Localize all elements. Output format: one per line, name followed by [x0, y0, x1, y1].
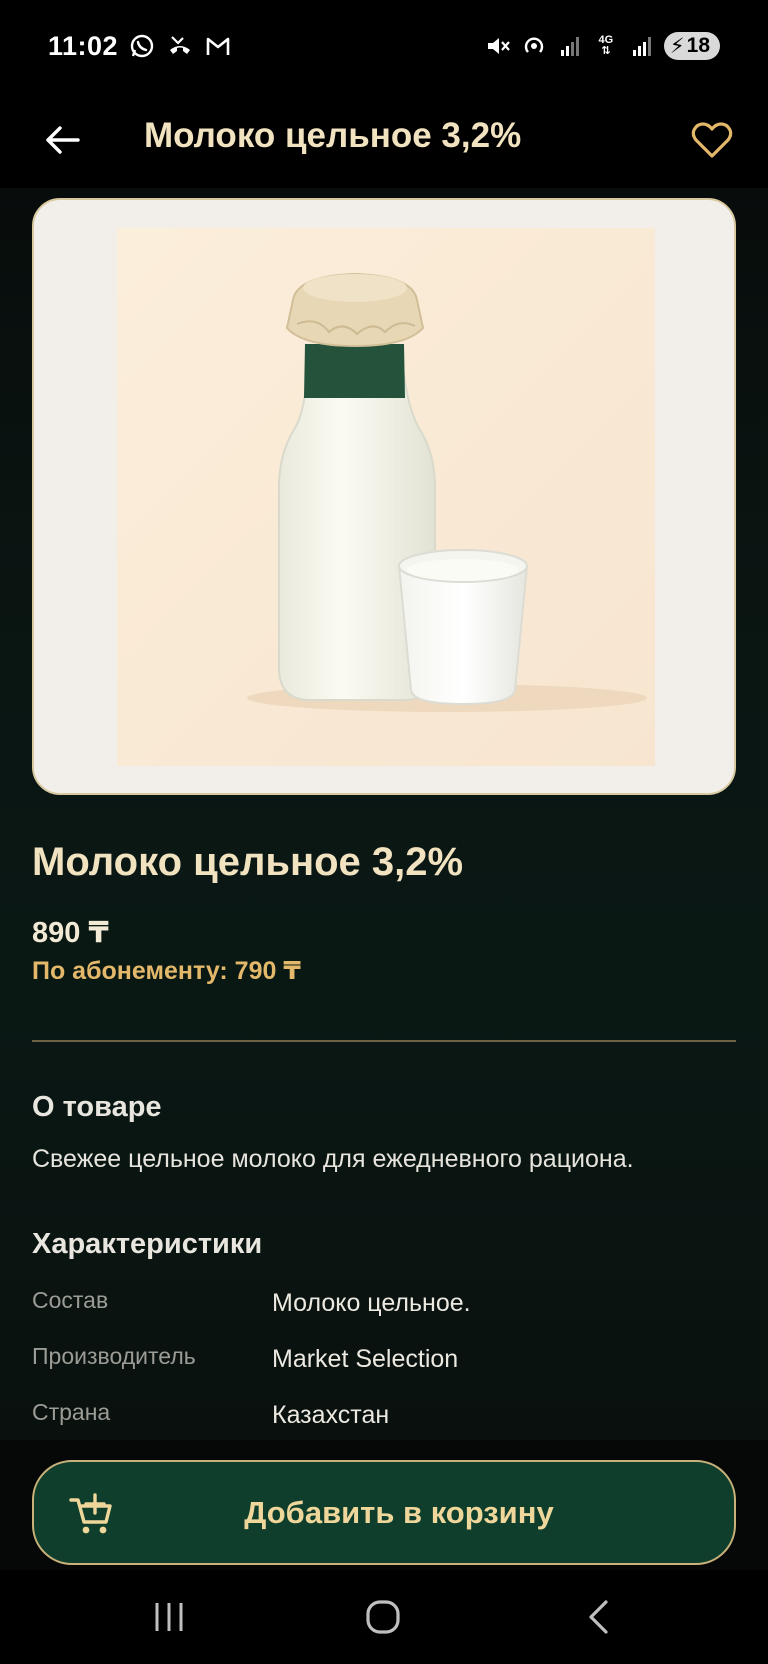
spec-label: Производитель [32, 1343, 196, 1369]
spec-value: Молоко цельное. [272, 1289, 471, 1317]
back-button[interactable] [34, 112, 90, 168]
favorite-button[interactable] [682, 110, 742, 170]
back-icon [589, 1600, 608, 1634]
status-right: 4G ⇅ ⚡ 18 [484, 32, 720, 60]
home-icon [366, 1600, 400, 1634]
4g-icon: 4G ⇅ [592, 32, 620, 60]
battery-indicator: ⚡ 18 [663, 32, 720, 60]
product-title: Молоко цельное 3,2% [32, 840, 464, 884]
clock: 11:02 [48, 30, 119, 61]
spec-value: Market Selection [272, 1345, 459, 1373]
heart-outline-icon [691, 122, 733, 158]
about-text: Свежее цельное молоко для ежедневного ра… [32, 1145, 634, 1173]
recents-button[interactable] [139, 1592, 199, 1642]
battery-charging-icon: ⚡ [669, 34, 685, 58]
status-bar: 11:02 4G ⇅ ⚡ 18 [0, 0, 768, 92]
spec-row: Производитель Market Selection [32, 1343, 736, 1383]
add-to-cart-label: Добавить в корзину [244, 1494, 554, 1530]
page-title: Молоко цельное 3,2% [144, 116, 522, 155]
mute-icon [484, 32, 512, 60]
gmail-icon [204, 32, 232, 60]
app-bar: Молоко цельное 3,2% [0, 92, 768, 188]
add-to-cart-button[interactable]: Добавить в корзину [32, 1460, 736, 1565]
battery-level: 18 [686, 34, 710, 57]
subscription-price: По абонементу: 790 ₸ [32, 957, 301, 985]
add-to-cart-icon [69, 1493, 112, 1534]
data-arrows: ⇅ [601, 45, 611, 57]
system-nav-bar [0, 1570, 768, 1664]
signal-icon [628, 32, 656, 60]
recents-icon [155, 1603, 183, 1631]
hotspot-icon [520, 32, 548, 60]
specs-heading: Характеристики [32, 1228, 263, 1260]
divider [32, 1040, 736, 1042]
missed-call-icon [166, 32, 194, 60]
spec-label: Состав [32, 1287, 109, 1313]
back-nav-button[interactable] [568, 1592, 628, 1642]
price: 890 ₸ [32, 917, 109, 949]
whatsapp-icon [128, 32, 156, 60]
home-button[interactable] [353, 1592, 413, 1642]
product-screen: 11:02 4G ⇅ ⚡ 18 Молоко цельное 3,2% Моло… [0, 0, 768, 1664]
spec-value: Казахстан [272, 1401, 390, 1429]
spec-row: Страна Казахстан [32, 1399, 736, 1439]
product-image [117, 228, 655, 766]
spec-row: Состав Молоко цельное. [32, 1287, 736, 1327]
status-left: 11:02 [48, 31, 232, 62]
arrow-left-icon [46, 126, 80, 154]
spec-label: Страна [32, 1399, 111, 1425]
about-heading: О товаре [32, 1091, 162, 1123]
product-image-card [32, 198, 736, 795]
signal-icon [556, 32, 584, 60]
